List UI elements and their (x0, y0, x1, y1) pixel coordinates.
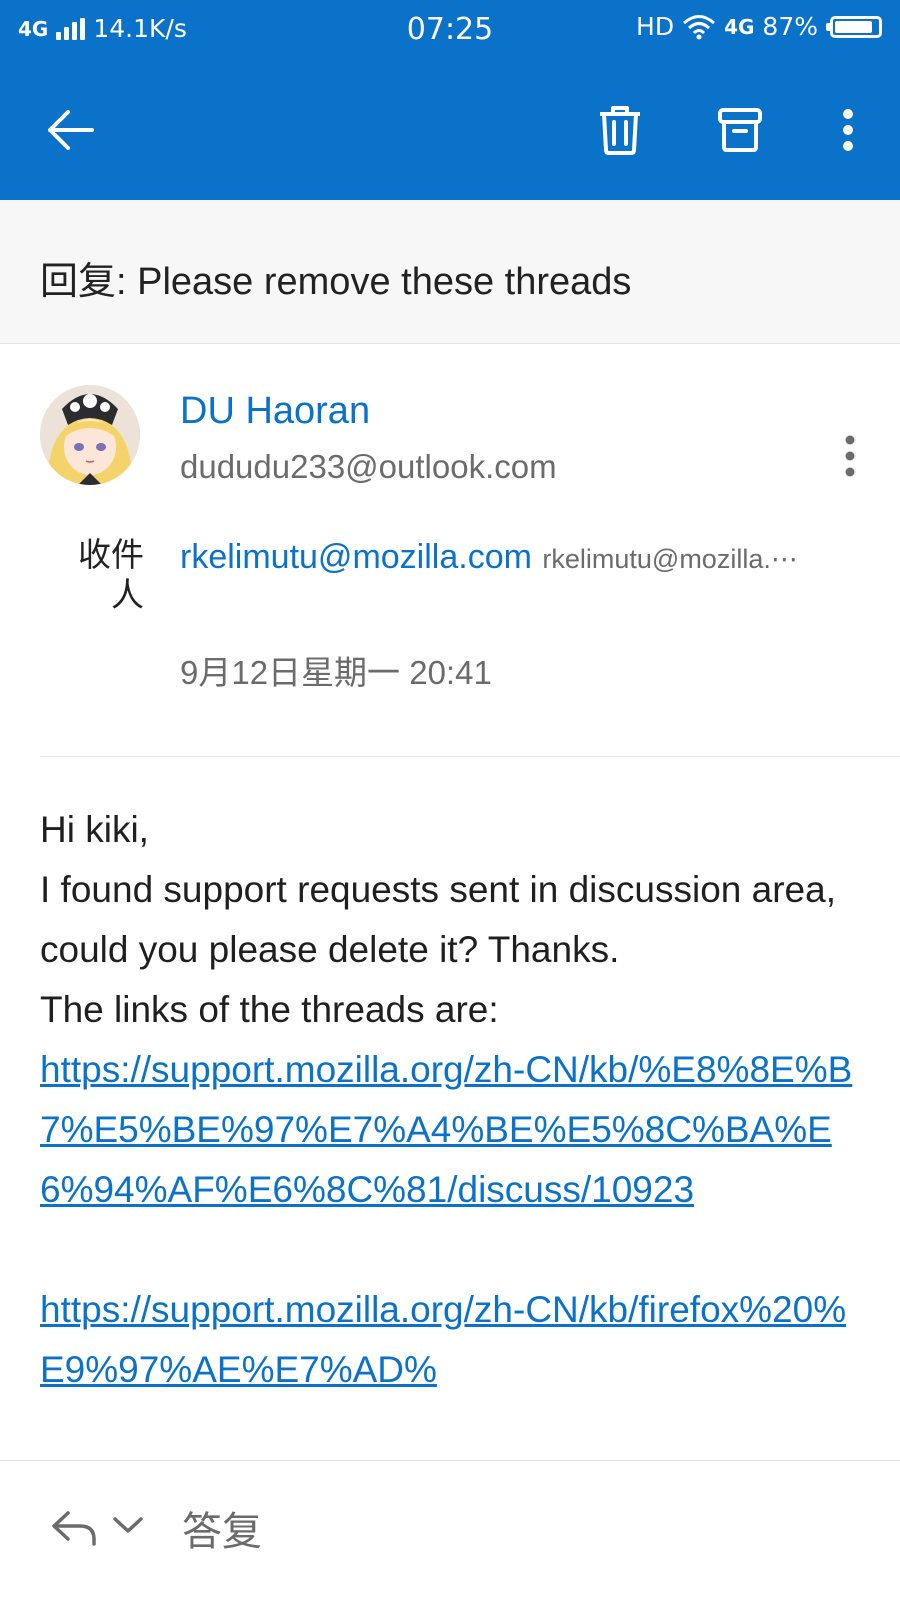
status-right: HD 4G 87% (636, 12, 882, 41)
message-date: 9月12日星期一 20:41 (180, 654, 492, 691)
message-more-button[interactable] (830, 432, 870, 480)
reply-button[interactable] (50, 1509, 100, 1552)
more-options-button[interactable] (808, 90, 888, 170)
app-toolbar (0, 60, 900, 200)
reply-label[interactable]: 答复 (182, 1499, 262, 1557)
recipient-label: 收件人 (78, 536, 144, 613)
recipient-row[interactable]: rkelimutu@mozilla.com rkelimutu@mozilla.… (180, 538, 860, 577)
chevron-down-icon (113, 1517, 143, 1533)
divider (40, 756, 900, 757)
body-greeting: Hi kiki, (40, 809, 149, 850)
more-vertical-icon (843, 109, 853, 151)
subject-bar: 回复: Please remove these threads (0, 200, 900, 344)
avatar-image (40, 385, 140, 485)
body-paragraph: I found support requests sent in discuss… (40, 869, 836, 970)
thread-link[interactable]: https://support.mozilla.org/zh-CN/kb/%E8… (40, 1040, 860, 1220)
sender-email: dududu233@outlook.com (180, 448, 557, 485)
reply-bar: 答复 (0, 1460, 900, 1600)
message-subject: 回复: Please remove these threads (40, 261, 632, 303)
battery-percent: 87% (762, 12, 818, 41)
arrow-left-icon (48, 110, 94, 150)
archive-icon (718, 108, 762, 152)
avatar[interactable] (40, 385, 140, 485)
trash-icon (600, 106, 640, 155)
archive-button[interactable] (700, 90, 780, 170)
recipient-name[interactable]: rkelimutu@mozilla.com (180, 538, 532, 576)
wifi-icon (683, 14, 716, 39)
recipient-address: rkelimutu@mozilla.⋯ (542, 544, 798, 574)
hd-indicator: HD (636, 12, 675, 41)
sender-name[interactable]: DU Haoran (180, 390, 370, 433)
message-body: Hi kiki, I found support requests sent i… (40, 800, 860, 1400)
reply-options-button[interactable] (112, 1515, 144, 1540)
more-vertical-icon (845, 435, 855, 477)
status-bar: 4G 14.1K/s 07:25 HD 4G 87% (0, 0, 900, 60)
battery-icon (826, 15, 882, 38)
back-button[interactable] (30, 90, 110, 170)
delete-button[interactable] (580, 90, 660, 170)
reply-icon (52, 1511, 96, 1546)
thread-link[interactable]: https://support.mozilla.org/zh-CN/kb/fir… (40, 1280, 860, 1400)
network-type-2: 4G (724, 14, 755, 39)
body-paragraph: The links of the threads are: (40, 989, 499, 1030)
